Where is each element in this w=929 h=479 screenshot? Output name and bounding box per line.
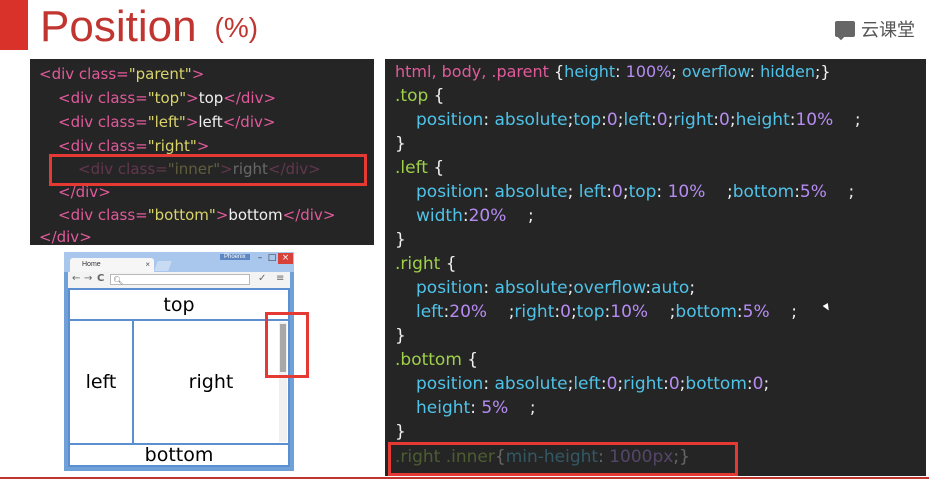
css-line-10: position: absolute;overflow:auto; — [416, 278, 696, 298]
html-code-panel: <div class="parent"> <div class="top">to… — [30, 59, 374, 246]
slide-title: Position (%) — [40, 2, 258, 52]
browser-window: Home × Phoenix – □ × ← → C 🔍︎ ✓ ≡ top lef… — [64, 252, 294, 471]
back-icon[interactable]: ← — [72, 273, 80, 284]
bottom-pane: bottom — [68, 443, 290, 467]
top-pane: top — [68, 288, 290, 321]
css-line-2: .top { — [395, 86, 445, 106]
reload-icon[interactable]: C — [97, 273, 104, 284]
menu-icon[interactable]: ≡ — [276, 273, 284, 284]
css-line-11: left:20% ;right:0;top:10% ;bottom:5% ; — [416, 302, 797, 322]
css-line-16: } — [395, 422, 406, 442]
css-line-15: height: 5% ; — [416, 398, 536, 418]
css-line-3: position: absolute;top:0;left:0;right:0;… — [416, 110, 861, 130]
forward-icon[interactable]: → — [84, 273, 92, 284]
css-line-1: html, body, .parent {height: 100%; overf… — [395, 62, 831, 81]
left-pane: left — [68, 319, 134, 445]
window-user-label: Phoenix — [220, 254, 250, 260]
browser-tab[interactable]: Home × — [70, 258, 154, 272]
inner-div-highlight — [49, 154, 367, 186]
css-line-13: .bottom { — [395, 350, 479, 370]
minimize-icon[interactable]: – — [254, 253, 266, 264]
html-line-3: <div class="left">left</div> — [58, 113, 276, 131]
html-line-8: </div> — [39, 228, 92, 246]
css-line-12: } — [395, 326, 406, 346]
css-line-5: .left { — [395, 158, 445, 178]
html-line-7: <div class="bottom">bottom</div> — [58, 206, 336, 224]
title-unit: (%) — [214, 12, 259, 43]
tab-close-icon[interactable]: × — [145, 258, 150, 272]
css-line-8: } — [395, 230, 406, 250]
tab-label: Home — [82, 261, 101, 268]
inner-rule-highlight — [388, 442, 738, 476]
tools-icon[interactable]: ✓ — [258, 273, 266, 284]
address-input[interactable]: 🔍︎ — [110, 274, 250, 285]
html-line-4: <div class="right"> — [58, 137, 210, 155]
brand-logo: 云课堂 — [835, 16, 915, 42]
new-tab-button[interactable] — [154, 261, 172, 271]
brand-name: 云课堂 — [861, 20, 915, 41]
title-text: Position — [40, 2, 197, 51]
chat-bubble-icon — [835, 21, 855, 37]
css-line-14: position: absolute;left:0;right:0;bottom… — [416, 374, 770, 394]
css-line-7: width:20% ; — [416, 206, 534, 226]
css-code-panel: html, body, .parent {height: 100%; overf… — [385, 59, 926, 476]
css-line-6: position: absolute; left:0;top: 10% ;bot… — [416, 182, 855, 202]
html-line-2: <div class="top">top</div> — [58, 89, 277, 107]
search-icon: 🔍︎ — [113, 276, 124, 285]
css-line-4: } — [395, 134, 406, 154]
scrollbar-highlight — [265, 312, 309, 378]
browser-viewport: top left right bottom — [68, 288, 290, 467]
css-line-9: .right { — [395, 254, 457, 274]
html-line-1: <div class="parent"> — [39, 65, 205, 83]
browser-titlebar: Home × Phoenix – □ × — [64, 252, 294, 272]
browser-toolbar: ← → C 🔍︎ ✓ ≡ — [68, 272, 290, 288]
maximize-icon[interactable]: □ — [266, 253, 278, 264]
close-window-icon[interactable]: × — [278, 253, 293, 264]
title-accent-block — [0, 0, 28, 50]
